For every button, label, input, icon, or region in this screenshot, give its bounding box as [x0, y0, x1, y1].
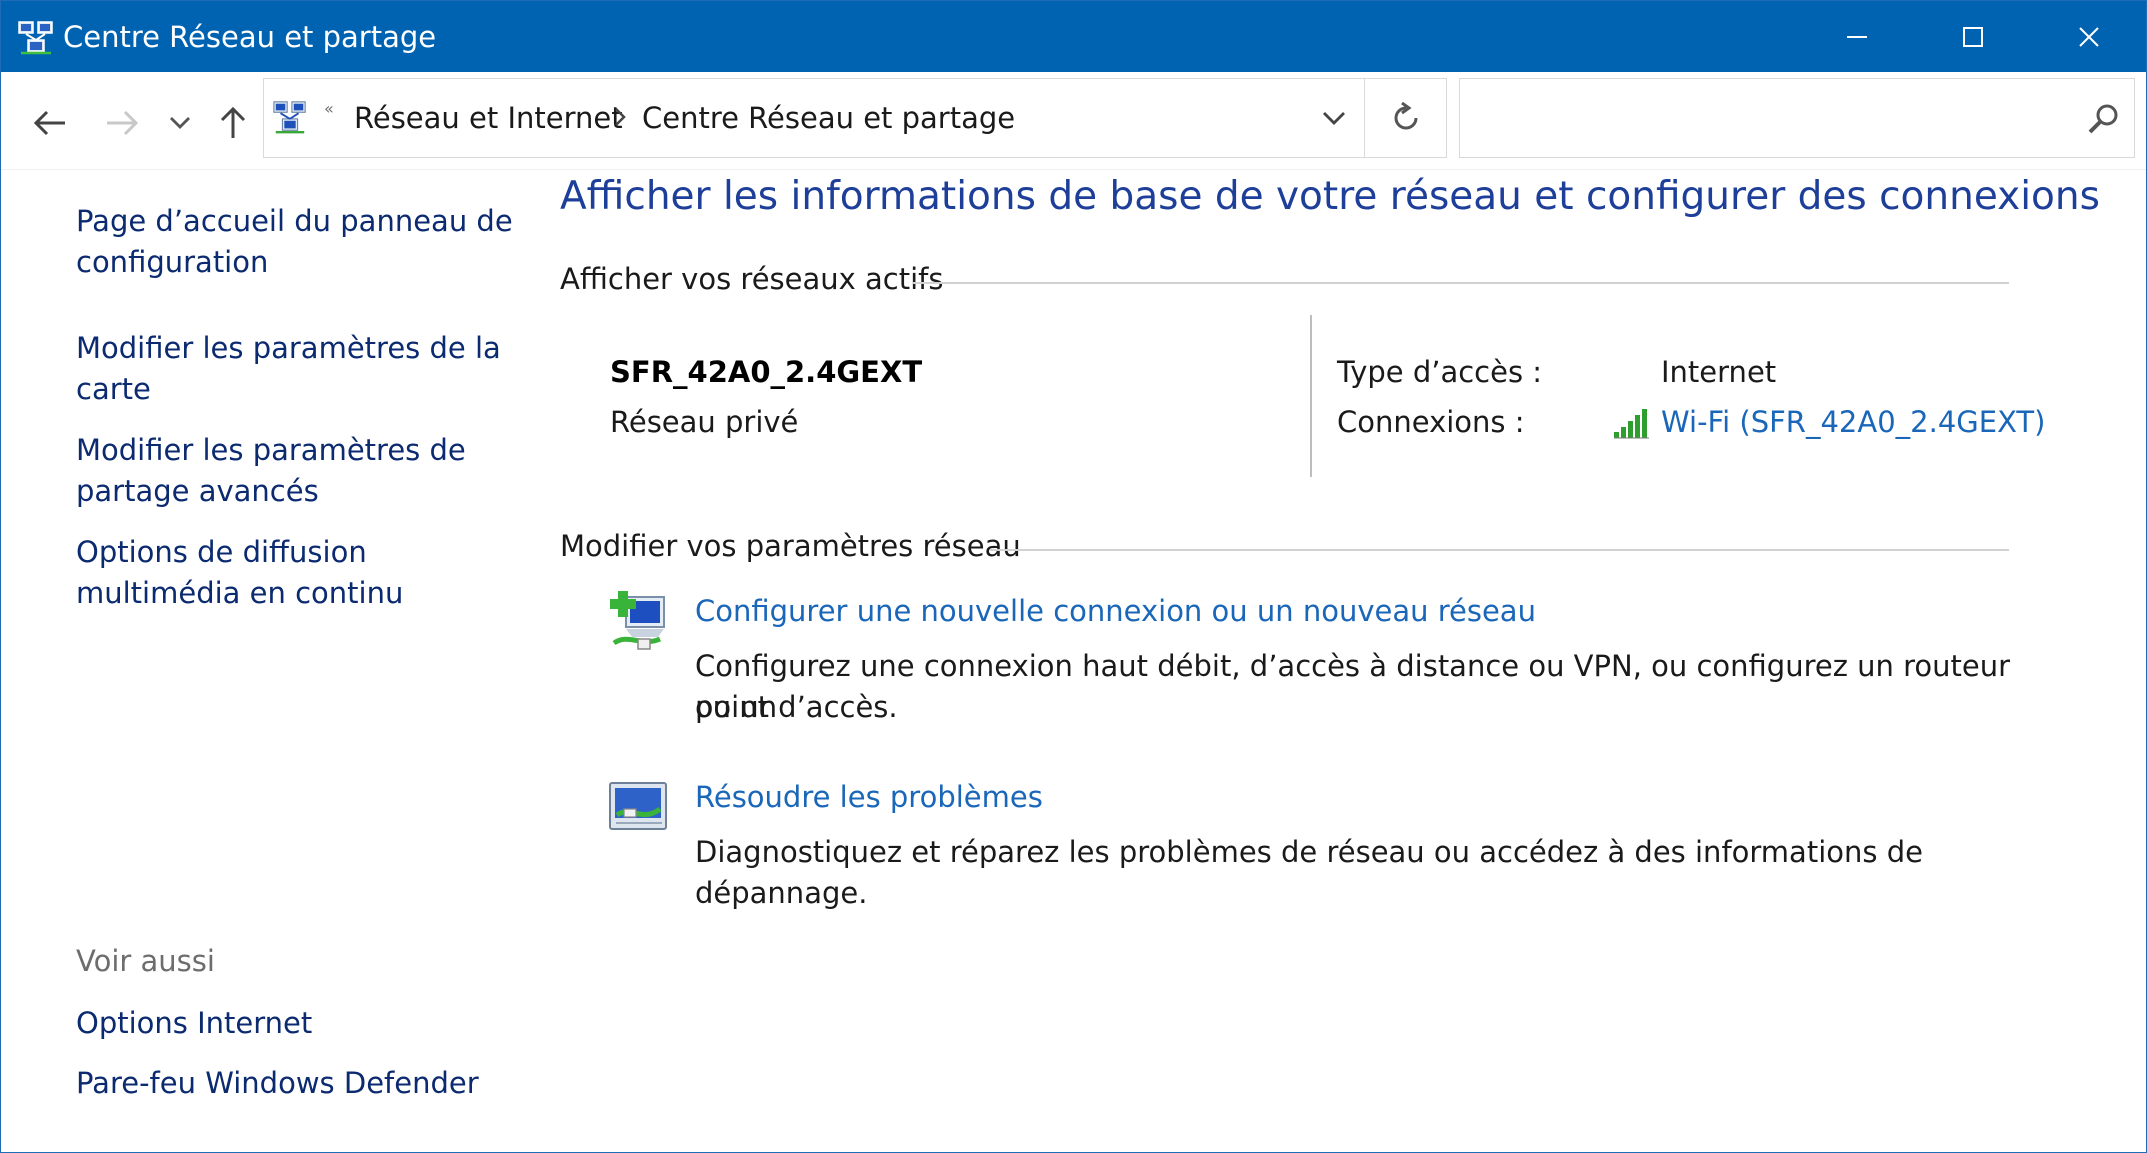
advanced-sharing-settings-link[interactable]: Modifier les paramètres de	[76, 430, 466, 471]
control-panel-home-link[interactable]: Page d’accueil du panneau de	[76, 201, 513, 242]
media-streaming-options-link[interactable]: Options de diffusion	[76, 532, 367, 573]
see-also-heading: Voir aussi	[76, 944, 215, 978]
search-icon[interactable]	[2086, 101, 2122, 137]
arrow-up-icon	[220, 106, 246, 138]
connections-label: Connexions :	[1337, 405, 1525, 439]
advanced-sharing-settings-link-line2[interactable]: partage avancés	[76, 471, 319, 512]
network-center-icon	[18, 21, 53, 55]
address-bar[interactable]: « Réseau et Internet Centre Réseau et pa…	[263, 78, 1365, 158]
new-connection-icon	[610, 591, 665, 650]
navigation-bar: « Réseau et Internet Centre Réseau et pa…	[1, 72, 2146, 170]
window-title: Centre Réseau et partage	[63, 20, 437, 54]
vertical-divider	[1310, 315, 1312, 477]
page-title: Afficher les informations de base de vot…	[560, 174, 2100, 219]
network-center-icon	[273, 101, 306, 134]
recent-locations-button[interactable]	[163, 99, 197, 147]
maximize-button[interactable]	[1915, 1, 2031, 72]
arrow-left-icon	[33, 110, 65, 136]
breadcrumb-overflow[interactable]: «	[324, 99, 334, 118]
chevron-right-icon[interactable]	[613, 106, 627, 128]
minimize-icon	[1847, 35, 1867, 38]
up-button[interactable]	[213, 99, 253, 147]
internet-options-link[interactable]: Options Internet	[76, 1003, 312, 1044]
chevron-down-icon	[1323, 112, 1345, 125]
breadcrumb-network-internet[interactable]: Réseau et Internet	[354, 99, 623, 137]
troubleshoot-link[interactable]: Résoudre les problèmes	[695, 777, 1043, 818]
section-divider	[913, 282, 2009, 284]
change-adapter-settings-link[interactable]: Modifier les paramètres de la	[76, 328, 501, 369]
maximize-icon	[1963, 26, 1983, 47]
arrow-right-icon	[107, 110, 139, 136]
setup-new-connection-description-line2: point d’accès.	[695, 690, 898, 724]
breadcrumb-network-center[interactable]: Centre Réseau et partage	[642, 99, 1015, 137]
troubleshoot-icon	[609, 782, 667, 830]
refresh-button[interactable]	[1365, 78, 1447, 158]
access-type-label: Type d’accès :	[1337, 355, 1543, 389]
chevron-down-icon	[170, 117, 190, 129]
section-divider	[990, 549, 2009, 551]
network-profile: Réseau privé	[610, 405, 799, 439]
network-sharing-center-window: Centre Réseau et partage « Réseau et Int…	[0, 0, 2147, 1153]
address-dropdown-button[interactable]	[1304, 79, 1364, 157]
wifi-connection-link[interactable]: Wi-Fi (SFR_42A0_2.4GEXT)	[1661, 402, 2045, 443]
network-name: SFR_42A0_2.4GEXT	[610, 355, 923, 389]
media-streaming-options-link-line2[interactable]: multimédia en continu	[76, 573, 403, 614]
forward-button[interactable]	[99, 99, 145, 147]
setup-new-connection-link[interactable]: Configurer une nouvelle connexion ou un …	[695, 591, 1536, 632]
control-panel-home-link-line2[interactable]: configuration	[76, 242, 268, 283]
troubleshoot-description: Diagnostiquez et réparez les problèmes d…	[695, 835, 1923, 910]
left-navigation-pane: Page d’accueil du panneau de configurati…	[1, 171, 541, 1151]
back-button[interactable]	[27, 99, 73, 147]
title-bar[interactable]: Centre Réseau et partage	[1, 1, 2146, 72]
close-button[interactable]	[2031, 1, 2147, 72]
change-network-settings-heading: Modifier vos paramètres réseau	[560, 529, 1021, 563]
windows-defender-firewall-link[interactable]: Pare-feu Windows Defender	[76, 1063, 479, 1104]
minimize-button[interactable]	[1799, 1, 1915, 72]
active-networks-heading: Afficher vos réseaux actifs	[560, 262, 944, 296]
search-input[interactable]	[1470, 89, 2070, 147]
wifi-signal-icon	[1614, 409, 1649, 439]
access-type-value: Internet	[1661, 355, 1777, 389]
change-adapter-settings-link-line2[interactable]: carte	[76, 369, 151, 410]
close-icon	[2079, 26, 2099, 47]
refresh-icon	[1394, 102, 1417, 130]
search-box[interactable]	[1459, 78, 2135, 158]
